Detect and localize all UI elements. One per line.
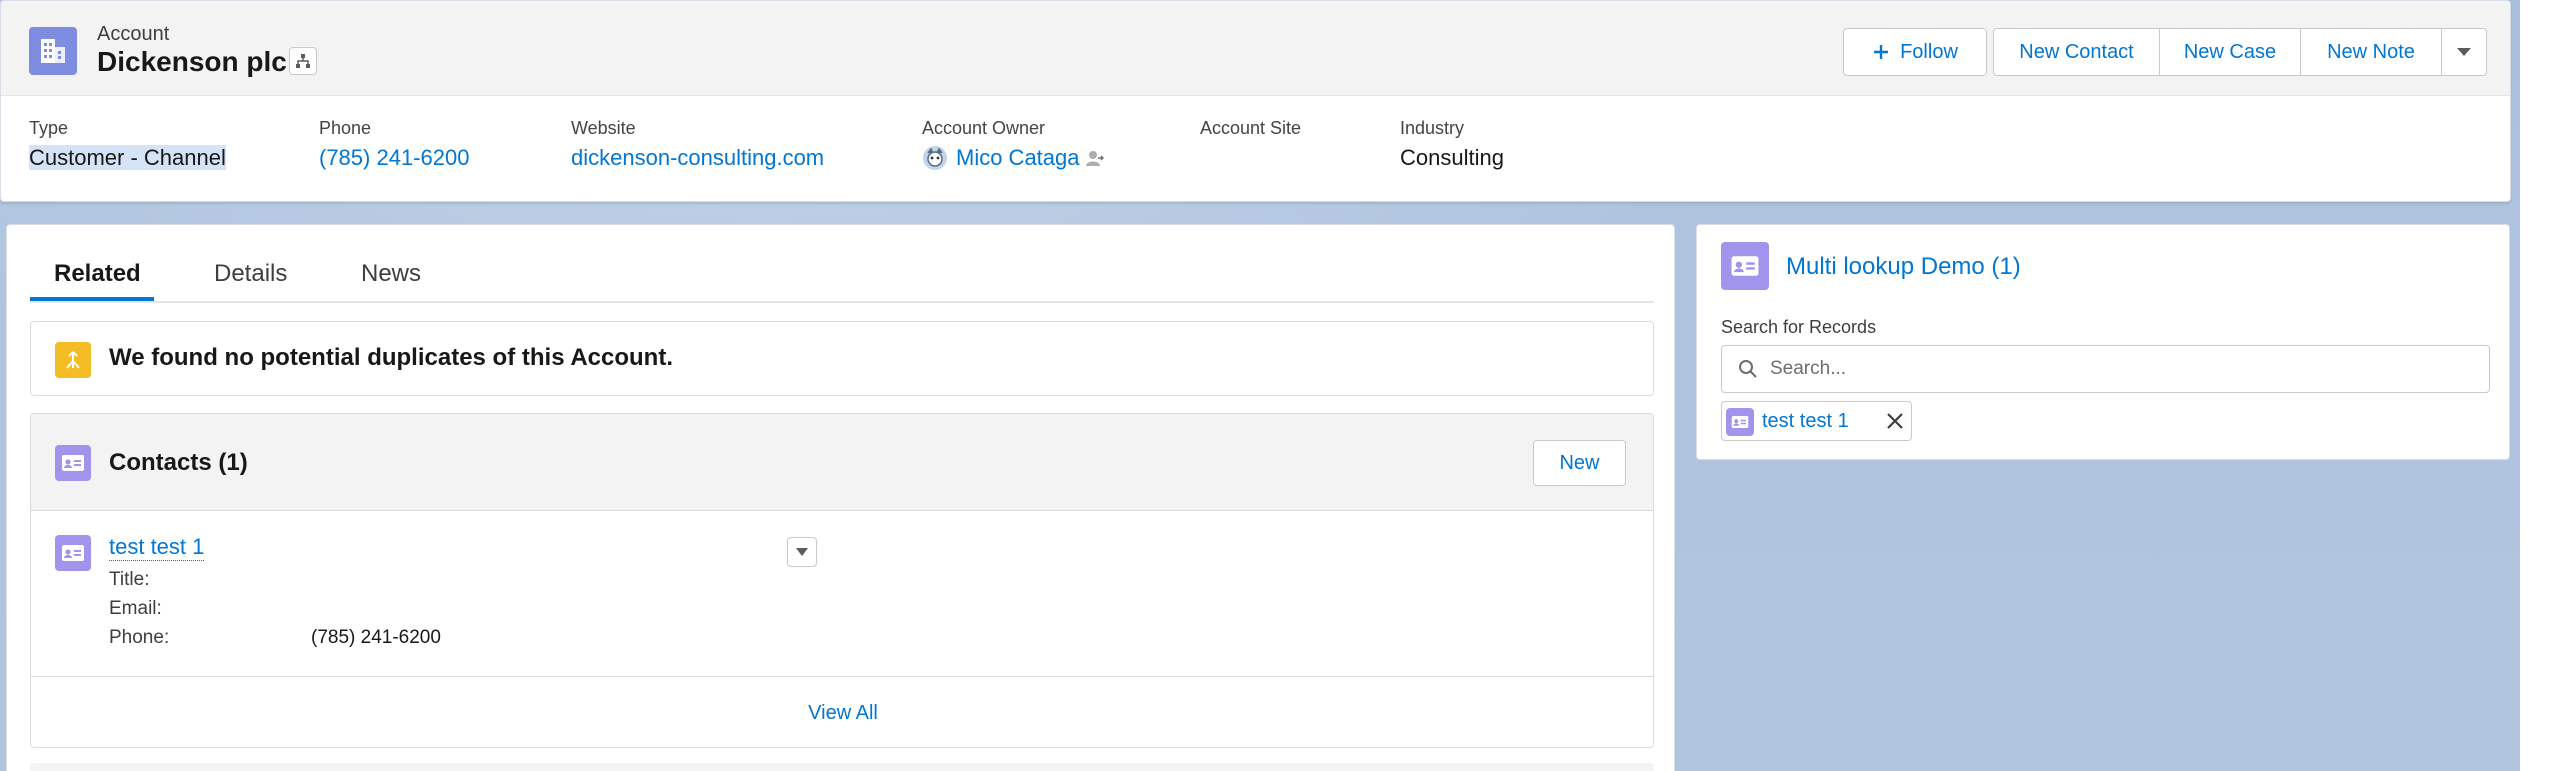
active-tab-indicator bbox=[30, 297, 154, 301]
tab-related[interactable]: Related bbox=[54, 260, 141, 288]
highlights-header: Account Dickenson plc Follow New Contact… bbox=[1, 1, 2510, 96]
email-label: Email: bbox=[109, 598, 162, 619]
object-type-label: Account bbox=[97, 23, 170, 45]
contact-icon bbox=[55, 535, 91, 571]
search-label: Search for Records bbox=[1721, 317, 1877, 337]
more-actions-button[interactable] bbox=[2441, 28, 2487, 76]
contact-icon bbox=[55, 445, 91, 481]
follow-label: Follow bbox=[1900, 40, 1958, 63]
contacts-related-list: Contacts (1) New test test 1 Title: Emai… bbox=[30, 413, 1654, 748]
close-icon[interactable] bbox=[1885, 411, 1905, 431]
duplicate-message: We found no potential duplicates of this… bbox=[109, 344, 673, 371]
record-tabs: Related Details News bbox=[30, 225, 1654, 303]
tab-details[interactable]: Details bbox=[214, 260, 287, 288]
field-value: Customer - Channel bbox=[29, 145, 226, 170]
field-account-site: Account Site bbox=[1200, 118, 1301, 145]
duplicate-check-card: We found no potential duplicates of this… bbox=[30, 321, 1654, 396]
field-type: Type Customer - Channel bbox=[29, 118, 226, 171]
hierarchy-button[interactable] bbox=[289, 47, 317, 75]
field-label: Website bbox=[571, 118, 636, 138]
field-label: Type bbox=[29, 118, 69, 138]
phone-link[interactable]: (785) 241-6200 bbox=[319, 145, 469, 171]
account-icon bbox=[29, 27, 77, 75]
new-contact-list-button[interactable]: New bbox=[1533, 440, 1626, 486]
highlights-fields: Type Customer - Channel Phone (785) 241-… bbox=[1, 96, 2510, 201]
phone-value: (785) 241-6200 bbox=[311, 627, 441, 648]
merge-icon bbox=[55, 342, 91, 378]
field-label: Phone bbox=[319, 118, 372, 138]
list-item: test test 1 Title: Email: Phone: (785) 2… bbox=[31, 511, 1653, 677]
plus-icon bbox=[1874, 45, 1889, 59]
field-phone: Phone (785) 241-6200 bbox=[319, 118, 469, 171]
view-all-link[interactable]: View All bbox=[31, 678, 1653, 747]
title-label: Title: bbox=[109, 569, 150, 590]
contact-icon bbox=[1721, 242, 1769, 290]
new-case-button[interactable]: New Case bbox=[2159, 28, 2301, 76]
new-note-button[interactable]: New Note bbox=[2300, 28, 2442, 76]
record-highlights: Account Dickenson plc Follow New Contact… bbox=[0, 0, 2511, 202]
lookup-title[interactable]: Multi lookup Demo (1) bbox=[1786, 253, 2021, 281]
field-industry: Industry Consulting bbox=[1400, 118, 1504, 171]
main-content-card: Related Details News We found no potenti… bbox=[6, 224, 1675, 771]
header-actions: Follow New Contact New Case New Note bbox=[1843, 28, 2487, 76]
contact-name-link[interactable]: test test 1 bbox=[109, 534, 205, 561]
right-edge-strip bbox=[2520, 0, 2554, 771]
phone-label: Phone: bbox=[109, 627, 170, 648]
chevron-down-icon bbox=[796, 548, 808, 556]
record-name: Dickenson plc bbox=[97, 46, 287, 77]
row-actions-button[interactable] bbox=[787, 537, 817, 567]
contact-icon bbox=[1726, 408, 1754, 436]
new-contact-button[interactable]: New Contact bbox=[1993, 28, 2160, 76]
tab-news[interactable]: News bbox=[361, 260, 421, 288]
search-box bbox=[1721, 345, 2490, 393]
selected-record-pill: test test 1 bbox=[1721, 401, 1912, 441]
field-label: Account Site bbox=[1200, 118, 1302, 138]
hierarchy-icon bbox=[296, 54, 310, 68]
field-label: Industry bbox=[1400, 118, 1465, 138]
field-value: Consulting bbox=[1400, 145, 1504, 170]
next-related-list bbox=[30, 763, 1654, 771]
field-account-owner: Account Owner Mico Cataga bbox=[922, 118, 1104, 171]
chevron-down-icon bbox=[2457, 48, 2471, 56]
avatar bbox=[923, 146, 947, 170]
search-icon bbox=[1739, 360, 1757, 378]
contacts-header: Contacts (1) New bbox=[31, 414, 1653, 511]
website-link[interactable]: dickenson-consulting.com bbox=[571, 145, 824, 171]
multi-lookup-card: Multi lookup Demo (1) Search for Records… bbox=[1696, 224, 2510, 460]
contacts-title[interactable]: Contacts (1) bbox=[109, 449, 248, 477]
field-website: Website dickenson-consulting.com bbox=[571, 118, 824, 171]
field-label: Account Owner bbox=[922, 118, 1046, 138]
pill-label[interactable]: test test 1 bbox=[1762, 410, 1849, 433]
action-button-group: New Contact New Case New Note bbox=[1993, 28, 2487, 76]
change-owner-icon[interactable] bbox=[1084, 148, 1104, 168]
follow-button[interactable]: Follow bbox=[1843, 28, 1987, 76]
owner-link[interactable]: Mico Cataga bbox=[956, 145, 1080, 171]
search-input[interactable] bbox=[1770, 354, 2470, 384]
